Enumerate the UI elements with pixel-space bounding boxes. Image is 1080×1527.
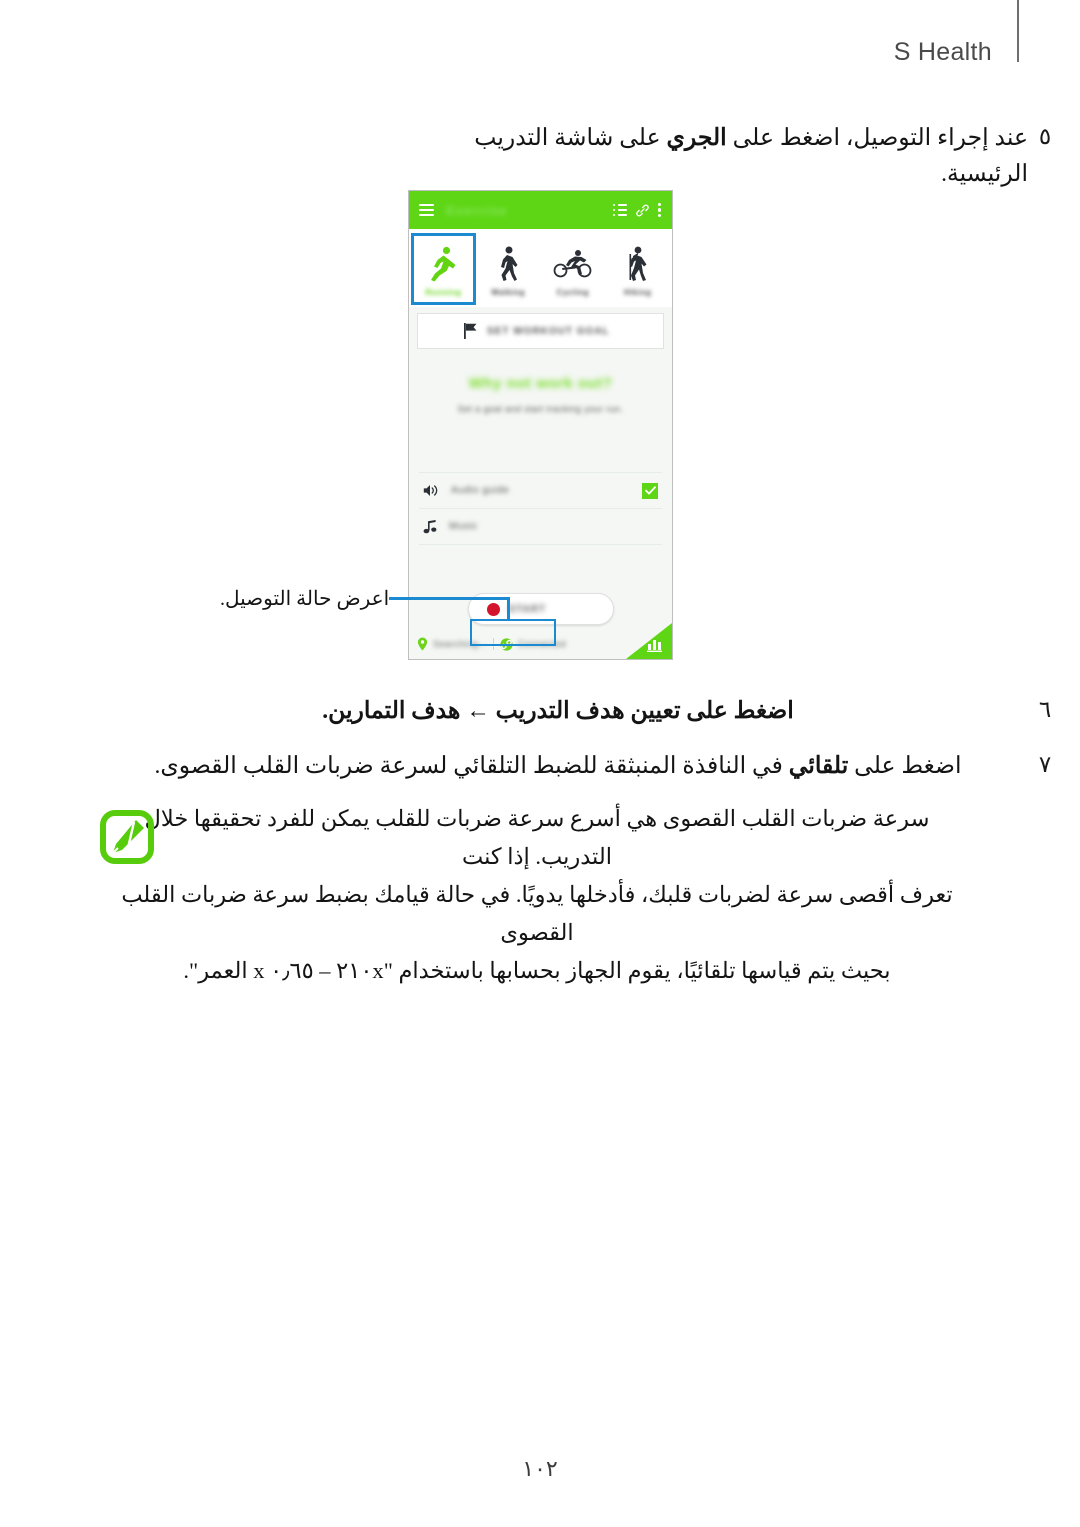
option-list: Audio guide Music (409, 472, 672, 545)
activity-tile-hiking[interactable]: Hiking (605, 233, 670, 305)
phone-screen: Exercise Running Walking Cycling Hiking … (408, 190, 673, 660)
more-vertical-icon[interactable] (658, 203, 662, 217)
note-block: سرعة ضربات القلب القصوى هي أسرع سرعة ضرب… (62, 800, 1062, 990)
hiking-icon (625, 242, 651, 286)
page-header: S Health (0, 0, 1080, 70)
step-5-text-bold: الجري (666, 125, 727, 151)
step-7-text-c: في النافذة المنبثقة للضبط التلقائي لسرعة… (154, 753, 789, 779)
option-label-audio-guide: Audio guide (451, 485, 510, 496)
activity-tile-walking[interactable]: Walking (476, 233, 541, 305)
bar-chart-icon (647, 638, 663, 652)
walking-icon (496, 242, 520, 286)
step-6-number: ٦ (1038, 697, 1052, 722)
cycling-icon (553, 242, 593, 286)
app-bar: Exercise (409, 191, 672, 229)
step-7-text: اضغط على تلقائي في النافذة المنبثقة للضب… (88, 748, 1028, 784)
activity-tabs: Running Walking Cycling Hiking (409, 229, 672, 307)
record-dot-icon (486, 602, 500, 616)
audio-guide-checkbox[interactable] (642, 482, 658, 499)
promo-block: Why not work out? Set a goal and start t… (409, 375, 672, 414)
step-5-text-a: عند إجراء التوصيل، اضغط على (726, 125, 1028, 151)
activity-label-walking: Walking (491, 287, 526, 297)
option-label-music: Music (449, 521, 478, 532)
step-7: ٧ اضغط على تلقائي في النافذة المنبثقة لل… (62, 748, 1062, 784)
activity-label-hiking: Hiking (623, 287, 652, 297)
note-line-2: تعرف أقصى سرعة لضربات قلبك، فأدخلها يدوي… (121, 882, 953, 945)
list-icon[interactable] (613, 204, 627, 216)
page-number: ١٠٢ (522, 1456, 558, 1481)
corner-badge[interactable] (626, 623, 672, 659)
page-title: S Health (893, 38, 992, 66)
note-line-3: بحيث يتم قياسها تلقائيًا، يقوم الجهاز بح… (183, 958, 891, 983)
step-6: ٦ اضغط على تعيين هدف التدريب ← هدف التما… (62, 693, 1062, 729)
location-pin-icon (417, 637, 428, 651)
link-icon[interactable] (635, 203, 650, 218)
promo-title: Why not work out? (468, 375, 613, 392)
callout-highlight-box (470, 619, 556, 646)
activity-tile-cycling[interactable]: Cycling (541, 233, 606, 305)
activity-label-running: Running (425, 287, 462, 297)
note-text: سرعة ضربات القلب القصوى هي أسرع سرعة ضرب… (107, 800, 967, 990)
hamburger-icon[interactable] (419, 204, 434, 216)
step-7-text-a: اضغط على (848, 753, 962, 779)
callout-leader-line (389, 597, 509, 600)
callout-label: اعرض حالة التوصيل. (220, 588, 390, 610)
music-note-icon (423, 519, 437, 534)
option-row-music[interactable]: Music (419, 509, 662, 545)
app-bar-title: Exercise (446, 202, 508, 218)
activity-tile-running[interactable]: Running (411, 233, 476, 305)
activity-label-cycling: Cycling (556, 287, 590, 297)
phone-screenshot: Exercise Running Walking Cycling Hiking … (408, 190, 673, 660)
step-7-text-bold: تلقائي (788, 753, 849, 779)
step-5: ٥ عند إجراء التوصيل، اضغط على الجري على … (62, 120, 1062, 192)
set-workout-goal-label: SET WORKOUT GOAL (487, 325, 610, 337)
header-divider (1017, 0, 1019, 62)
note-line-1: سرعة ضربات القلب القصوى هي أسرع سرعة ضرب… (144, 806, 930, 869)
start-button-label: START (508, 603, 547, 615)
running-icon (428, 242, 458, 286)
step-6-text: اضغط على تعيين هدف التدريب ← هدف التماري… (322, 698, 794, 724)
note-pencil-icon (98, 808, 156, 866)
speaker-icon (423, 484, 439, 497)
option-row-audio-guide[interactable]: Audio guide (419, 472, 662, 509)
promo-subtitle: Set a goal and start tracking your run. (457, 404, 624, 414)
callout-leader-elbow (507, 597, 510, 621)
step-5-text: عند إجراء التوصيل، اضغط على الجري على شا… (428, 120, 1028, 192)
step-7-number: ٧ (1038, 752, 1052, 777)
flag-icon (464, 323, 477, 339)
set-workout-goal-button[interactable]: SET WORKOUT GOAL (417, 313, 664, 349)
step-5-number: ٥ (1038, 124, 1052, 149)
